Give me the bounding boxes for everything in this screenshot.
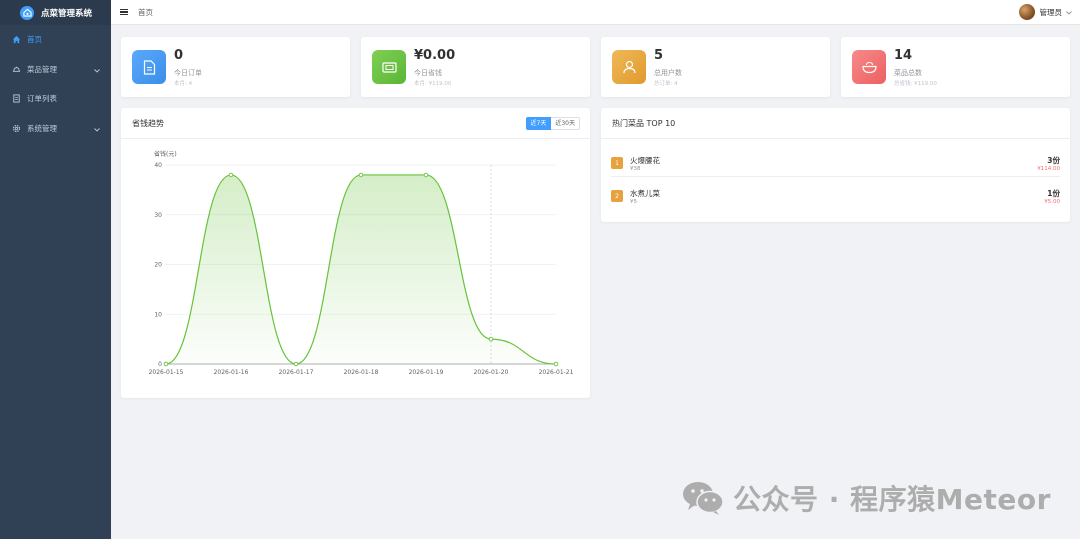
x-tick-label: 2026-01-20: [474, 369, 509, 376]
range-toggle: 近7天 近30天: [525, 117, 580, 130]
stat-sub: 总订单: 4: [654, 81, 678, 87]
stat-value: ¥0.00: [414, 48, 456, 63]
panel-header: 热门菜品 TOP 10: [601, 108, 1070, 139]
data-point: [228, 172, 234, 178]
stat-sub: 本月: 4: [174, 81, 193, 87]
range-7-days-button[interactable]: 近7天: [525, 117, 552, 130]
y-tick-label: 40: [154, 162, 162, 169]
stat-label: 今日省钱: [414, 69, 442, 77]
watermark-text: 公众号 · 程序猿Meteor: [733, 483, 1051, 516]
list-item[interactable]: 2 水煮儿菜 ¥5 1份 ¥5.00: [611, 181, 1060, 210]
stat-sub: 总省钱: ¥119.00: [894, 81, 937, 87]
order-doc-icon: [132, 50, 166, 84]
dish-quantity: 1份: [1047, 189, 1060, 198]
data-point: [553, 361, 559, 367]
stat-value: 14: [894, 48, 913, 63]
list-item[interactable]: 1 火爆腰花 ¥38 3份 ¥114.00: [611, 148, 1060, 177]
top10-panel: 热门菜品 TOP 10 1 火爆腰花 ¥38 3份 ¥114.00 2 水煮儿菜…: [601, 108, 1070, 222]
sidebar: 点菜管理系统 首页 菜品管理 订单列表 系统管理: [0, 0, 111, 539]
data-point: [423, 172, 429, 178]
menu-toggle-icon[interactable]: [120, 8, 128, 16]
user-icon: [612, 50, 646, 84]
sidebar-item-label: 菜品管理: [27, 64, 57, 74]
dish-amount: ¥114.00: [1037, 166, 1060, 172]
stat-sub: 本月: ¥119.00: [414, 81, 452, 87]
panel-title: 热门菜品 TOP 10: [612, 118, 676, 128]
sidebar-item-system-management[interactable]: 系统管理: [0, 114, 111, 144]
y-tick-label: 0: [158, 361, 162, 368]
sidebar-item-label: 订单列表: [27, 94, 57, 104]
dish-name: 水煮儿菜: [630, 189, 660, 198]
dish-icon: [12, 65, 21, 74]
sidebar-item-home[interactable]: 首页: [0, 25, 111, 55]
chevron-down-icon: [94, 66, 100, 75]
bowl-icon: [852, 50, 886, 84]
document-icon: [12, 94, 21, 103]
data-point: [163, 361, 169, 367]
stat-value: 5: [654, 48, 664, 63]
panel-title: 省钱趋势: [132, 118, 164, 128]
sidebar-menu: 首页 菜品管理 订单列表 系统管理: [0, 25, 111, 143]
x-tick-label: 2026-01-18: [344, 369, 379, 376]
stat-card-total-users[interactable]: 5 总用户数 总订单: 4: [601, 37, 830, 97]
rank-badge: 2: [611, 190, 623, 202]
dish-price: ¥38: [630, 166, 641, 172]
sidebar-item-dish-management[interactable]: 菜品管理: [0, 55, 111, 85]
dish-name: 火爆腰花: [630, 156, 660, 165]
stat-label: 今日订单: [174, 69, 202, 77]
sidebar-item-label: 首页: [27, 35, 42, 45]
brand-title: 点菜管理系统: [41, 8, 93, 19]
user-menu[interactable]: 管理员: [1018, 4, 1073, 20]
breadcrumb[interactable]: 首页: [138, 7, 153, 18]
series-area: [166, 174, 556, 364]
x-tick-label: 2026-01-21: [539, 369, 574, 376]
stat-label: 菜品总数: [894, 69, 922, 77]
data-point: [293, 361, 299, 367]
avatar[interactable]: [1018, 4, 1035, 20]
x-tick-label: 2026-01-17: [279, 369, 314, 376]
gear-icon: [12, 124, 21, 133]
username: 管理员: [1039, 7, 1063, 17]
watermark: 公众号 · 程序猿Meteor: [682, 478, 1051, 518]
dish-price: ¥5: [630, 199, 637, 205]
x-tick-label: 2026-01-16: [214, 369, 249, 376]
stat-card-today-savings[interactable]: ¥0.00 今日省钱 本月: ¥119.00: [361, 37, 590, 97]
chevron-down-icon: [1066, 8, 1072, 17]
stat-card-total-dishes[interactable]: 14 菜品总数 总省钱: ¥119.00: [841, 37, 1070, 97]
panel-header: 省钱趋势 近7天 近30天: [121, 108, 590, 139]
data-point: [358, 172, 364, 178]
x-tick-label: 2026-01-15: [149, 369, 184, 376]
stat-label: 总用户数: [654, 69, 682, 77]
y-tick-label: 10: [154, 311, 162, 318]
y-tick-label: 30: [154, 212, 162, 219]
rank-badge: 1: [611, 157, 623, 169]
sidebar-item-order-list[interactable]: 订单列表: [0, 84, 111, 114]
dish-amount: ¥5.00: [1044, 199, 1060, 205]
dish-quantity: 3份: [1047, 156, 1060, 165]
top-header: 首页 管理员: [111, 0, 1080, 25]
range-30-days-button[interactable]: 近30天: [551, 117, 580, 130]
x-tick-label: 2026-01-19: [409, 369, 444, 376]
stat-value: 0: [174, 48, 184, 63]
sidebar-item-label: 系统管理: [27, 123, 57, 133]
wechat-icon: [682, 480, 724, 516]
savings-trend-chart: 省钱(元) 0 10 20 30 40 2026-01-15 2026-01-16 2026-0…: [149, 150, 574, 376]
y-axis-label: 省钱(元): [154, 150, 177, 158]
savings-trend-panel: 省钱趋势 近7天 近30天 省钱(元) 0 10 20 30 40 2026-01-15 20…: [121, 108, 590, 398]
money-icon: [372, 50, 406, 84]
chevron-down-icon: [94, 125, 100, 134]
y-tick-label: 20: [154, 262, 162, 269]
home-icon: [12, 35, 21, 44]
data-point: [488, 336, 494, 342]
stat-card-today-orders[interactable]: 0 今日订单 本月: 4: [121, 37, 350, 97]
logo-icon: [20, 5, 34, 20]
brand[interactable]: 点菜管理系统: [0, 0, 111, 25]
